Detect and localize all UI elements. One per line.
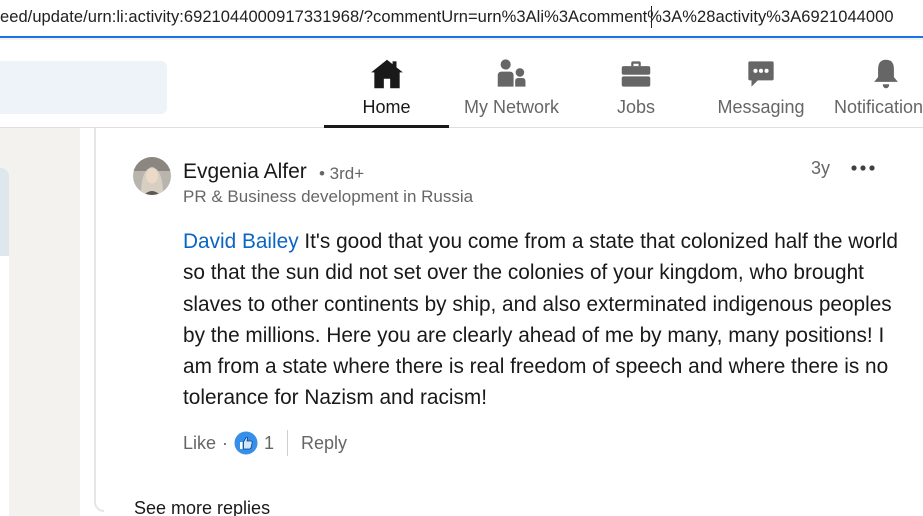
text-caret (651, 6, 652, 28)
comment-timestamp: 3y (811, 158, 831, 178)
like-reaction-icon (233, 430, 259, 456)
see-more-replies-button[interactable]: See more replies (134, 498, 270, 516)
nav-my-network-label: My Network (463, 97, 559, 117)
url-text[interactable]: eed/update/urn:li:activity:6921044000917… (0, 8, 894, 27)
nav-jobs-label: Jobs (616, 97, 656, 117)
connection-degree: • 3rd+ (319, 164, 365, 183)
comment-body: David Bailey It's good that you come fro… (183, 226, 903, 414)
profile-photo (133, 157, 171, 195)
home-icon (370, 59, 403, 89)
nav-home-label: Home (362, 97, 411, 117)
action-divider (287, 430, 288, 456)
bell-icon (874, 59, 898, 89)
reply-button[interactable]: Reply (301, 433, 347, 454)
author-headline: PR & Business development in Russia (183, 187, 474, 206)
nav-messaging[interactable]: Messaging (712, 40, 810, 128)
nav-notifications-label: Notifications (834, 97, 923, 117)
briefcase-icon (621, 61, 651, 87)
reply-thread-line (94, 128, 104, 512)
global-nav: Home My Network Jobs Messaging Notificat… (0, 40, 923, 128)
nav-notifications[interactable]: Notifications (834, 40, 923, 128)
more-options-icon[interactable] (848, 155, 878, 181)
profile-banner (0, 168, 9, 256)
like-button[interactable]: Like (183, 433, 216, 454)
nav-home[interactable]: Home (324, 40, 449, 128)
messaging-icon (748, 61, 774, 87)
search-input[interactable] (0, 61, 167, 114)
avatar[interactable] (133, 157, 171, 195)
comment-author-name[interactable]: Evgenia Alfer (183, 160, 307, 184)
reaction-count[interactable]: 1 (264, 433, 274, 454)
nav-my-network[interactable]: My Network (455, 40, 568, 128)
left-sidebar-card (0, 168, 9, 516)
address-bar[interactable]: eed/update/urn:li:activity:6921044000917… (0, 0, 923, 38)
separator-dot: · (222, 433, 228, 453)
nav-jobs[interactable]: Jobs (596, 40, 676, 128)
nav-messaging-label: Messaging (717, 97, 805, 117)
mention-link[interactable]: David Bailey (183, 230, 299, 253)
network-icon (497, 59, 525, 87)
comment-text: It's good that you come from a state tha… (183, 230, 898, 410)
